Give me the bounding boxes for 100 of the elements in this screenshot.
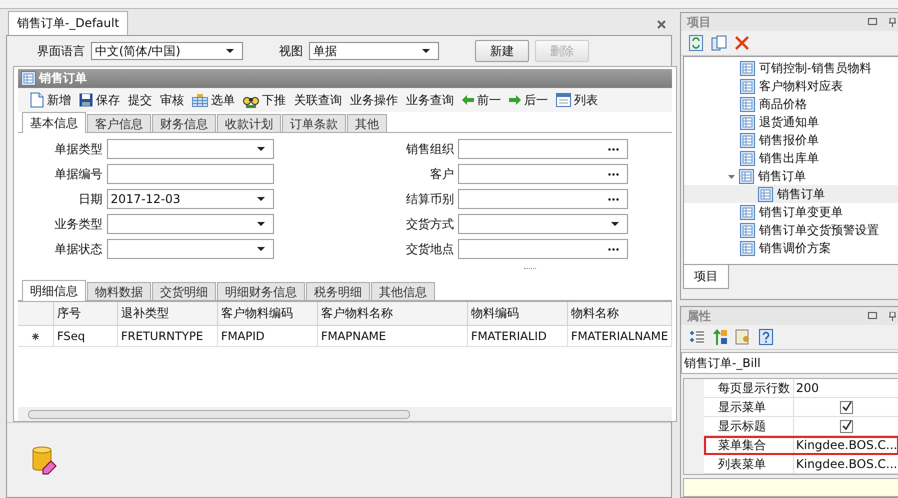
property-row[interactable]: 列表菜单 Kingdee.BOS.C... (704, 455, 898, 474)
field-label: 交货方式 (405, 216, 454, 232)
dropdown-field[interactable] (106, 139, 274, 159)
lookup-field[interactable] (458, 139, 628, 159)
tab[interactable]: 物料数据 (87, 282, 151, 300)
sort-icon[interactable] (712, 329, 727, 345)
ellipsis-icon (608, 248, 619, 250)
toolbar-button[interactable]: 列表 (556, 92, 598, 108)
form-icon (740, 222, 755, 238)
panel-title: 属性 (687, 308, 711, 324)
tab[interactable]: 订单条款 (282, 114, 346, 132)
toolbar-button[interactable]: 业务操作 (350, 92, 398, 108)
tab[interactable]: 交货明细 (152, 282, 216, 300)
column-header[interactable]: 客户物料名称 (318, 302, 468, 326)
close-icon[interactable] (657, 20, 666, 29)
delete-icon[interactable] (735, 36, 749, 50)
toolbar-button[interactable]: 提交 (128, 92, 152, 108)
maximize-icon[interactable] (868, 18, 878, 24)
form-icon (21, 71, 36, 86)
column-header[interactable]: 退补类型 (118, 302, 218, 326)
new-button[interactable]: 新建 (475, 40, 529, 62)
tab[interactable]: 收款计划 (217, 114, 281, 132)
database-eraser-icon (31, 445, 57, 475)
form-icon (740, 96, 755, 112)
copy-icon[interactable] (711, 35, 727, 51)
property-row[interactable]: 显示菜单 (704, 398, 898, 417)
maximize-icon[interactable] (868, 312, 878, 318)
scrollbar-thumb[interactable] (28, 410, 410, 418)
tab[interactable]: 客户信息 (87, 114, 151, 132)
column-header[interactable]: 物料名称 (568, 302, 672, 326)
tree-item[interactable]: 商品价格 (684, 95, 898, 113)
checkbox[interactable] (840, 420, 854, 432)
dropdown-field[interactable] (106, 239, 274, 259)
view-dropdown[interactable]: 单据 (309, 42, 439, 60)
refresh-icon[interactable] (689, 35, 703, 51)
property-value: 200 (794, 379, 898, 398)
pin-icon[interactable] (889, 312, 896, 320)
tab[interactable]: 明细财务信息 (217, 282, 305, 300)
toolbar-button[interactable]: 后一 (509, 92, 548, 108)
view-label: 视图 (279, 42, 303, 60)
form-icon (740, 240, 755, 256)
tab[interactable]: 其他信息 (371, 282, 435, 300)
tree-item[interactable]: 销售订单 (684, 167, 898, 185)
dropdown-arrow-icon (226, 49, 234, 53)
tree-item[interactable]: 客户物料对应表 (684, 77, 898, 95)
toolbar-button[interactable]: 新增 (30, 92, 71, 108)
lookup-field[interactable] (458, 239, 628, 259)
property-name: 显示菜单 (704, 398, 794, 417)
language-label: 界面语言 (37, 42, 85, 60)
panel-tab[interactable]: 项目 (683, 265, 729, 289)
property-row[interactable]: 每页显示行数 200 (704, 379, 898, 398)
column-header[interactable]: 序号 (54, 302, 118, 326)
tree-item[interactable]: 销售报价单 (684, 131, 898, 149)
property-name: 列表菜单 (704, 455, 794, 474)
table-cell: FMATERIALID (468, 326, 568, 347)
ellipsis-icon (608, 172, 619, 176)
tab[interactable]: 财务信息 (152, 114, 216, 132)
dropdown-field[interactable]: 2017-12-03 (106, 189, 274, 209)
table-cell: FRETURNTYPE (118, 326, 218, 347)
toolbar-button[interactable]: 业务查询 (406, 92, 454, 108)
input-field[interactable] (106, 164, 274, 184)
tree-item[interactable]: 销售订单交货预警设置 (684, 221, 898, 239)
toolbar-button[interactable]: 前一 (462, 92, 501, 108)
tree-item[interactable]: 退货通知单 (684, 113, 898, 131)
lookup-field[interactable] (458, 164, 628, 184)
dropdown-field[interactable] (458, 214, 628, 234)
tree-item[interactable]: 销售调价方案 (684, 239, 898, 257)
help-icon[interactable] (759, 329, 773, 345)
window-icon (556, 93, 571, 107)
pin-icon[interactable] (889, 18, 896, 26)
tree-item[interactable]: 销售订单 (684, 185, 898, 203)
column-header[interactable]: 物料编码 (468, 302, 568, 326)
selected-property-row[interactable]: 菜单集合 Kingdee.BOS.C... (704, 436, 898, 455)
right-arrow-icon (509, 95, 521, 105)
tree-item[interactable]: 销售出库单 (684, 149, 898, 167)
column-header[interactable]: 客户物料编码 (218, 302, 318, 326)
tree-item[interactable]: 销售订单变更单 (684, 203, 898, 221)
property-name: 每页显示行数 (704, 379, 794, 398)
tab[interactable]: 税务明细 (306, 282, 370, 300)
checkbox[interactable] (840, 400, 854, 414)
language-dropdown[interactable]: 中文(简体/中国) (91, 42, 243, 60)
toolbar-button[interactable]: 保存 (79, 92, 120, 108)
table-cell: FMAPNAME (318, 326, 468, 347)
document-tab[interactable]: 销售订单-_Default (8, 11, 128, 35)
tab[interactable]: 基本信息 (22, 112, 86, 133)
tree-item[interactable]: 可销控制-销售员物料 (684, 59, 898, 77)
key-page-icon[interactable] (735, 329, 751, 345)
toolbar-button[interactable]: 关联查询 (294, 92, 342, 108)
toolbar-button[interactable]: 选单 (192, 92, 235, 108)
toolbar-button[interactable]: 审核 (160, 92, 184, 108)
new-row-icon (32, 332, 39, 340)
tab[interactable]: 其他 (347, 114, 387, 132)
categorized-icon[interactable] (689, 330, 704, 344)
tab[interactable]: 明细信息 (22, 280, 86, 301)
lookup-field[interactable] (458, 189, 628, 209)
table-cell: FMAPID (218, 326, 318, 347)
property-row[interactable]: 显示标题 (704, 417, 898, 436)
table-cell: FSeq (54, 326, 118, 347)
dropdown-field[interactable] (106, 214, 274, 234)
toolbar-button[interactable]: 下推 (243, 92, 286, 108)
